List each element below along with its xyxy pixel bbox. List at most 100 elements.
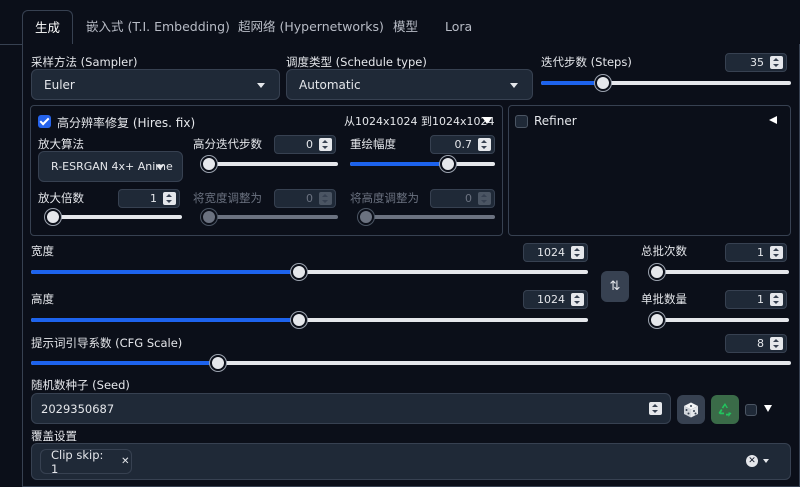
- reuse-seed-button[interactable]: [711, 395, 739, 424]
- override-label: 覆盖设置: [31, 429, 77, 443]
- stepper-icon[interactable]: [770, 337, 783, 350]
- chevron-down-icon: [156, 164, 164, 170]
- tab-lora[interactable]: Lora: [445, 10, 472, 44]
- width-slider[interactable]: [31, 264, 588, 280]
- width-label: 宽度: [31, 244, 54, 258]
- tab-generate[interactable]: 生成: [22, 10, 74, 45]
- resize-width-value: 0: [306, 192, 313, 205]
- extra-seed-checkbox[interactable]: [745, 404, 757, 416]
- schedule-dropdown[interactable]: Automatic: [286, 69, 533, 100]
- denoising-slider[interactable]: [350, 156, 495, 172]
- resize-width-slider[interactable]: [201, 209, 338, 225]
- upscale-by-slider[interactable]: [45, 209, 182, 225]
- slider-thumb[interactable]: [210, 355, 226, 371]
- override-chip[interactable]: Clip skip: 1 ✕: [40, 448, 132, 476]
- slider-thumb[interactable]: [595, 75, 611, 91]
- stepper-icon[interactable]: [571, 246, 584, 259]
- tab-label: 嵌入式 (T.I. Embedding): [86, 19, 230, 34]
- steps-number-input[interactable]: 35: [725, 53, 787, 72]
- cfg-number-input[interactable]: 8: [725, 334, 787, 353]
- chevron-down-icon: [257, 82, 265, 88]
- hires-summary: 从1024x1024 到1024x1024: [344, 115, 495, 128]
- swap-dimensions-button[interactable]: ⇅: [601, 271, 629, 302]
- hires-steps-label: 高分迭代步数: [193, 137, 262, 151]
- batch-count-number-input[interactable]: 1: [725, 243, 787, 262]
- resize-height-slider[interactable]: [358, 209, 495, 225]
- slider-fill: [31, 361, 218, 365]
- upscale-by-number-input[interactable]: 1: [118, 189, 180, 208]
- slider-track: [358, 215, 495, 219]
- batch-size-value: 1: [757, 293, 764, 306]
- dice-icon: [684, 402, 698, 417]
- slider-thumb[interactable]: [358, 209, 374, 225]
- hires-steps-number-input[interactable]: 0: [274, 135, 336, 154]
- tab-label: 生成: [35, 20, 61, 35]
- upscaler-dropdown[interactable]: R-ESRGAN 4x+ Anime: [38, 151, 183, 182]
- chevron-down-icon[interactable]: [763, 459, 769, 463]
- refiner-checkbox[interactable]: [515, 115, 528, 128]
- cfg-value: 8: [757, 337, 764, 350]
- seed-input[interactable]: 2029350687: [31, 393, 671, 424]
- slider-fill: [350, 162, 448, 166]
- recycle-icon: [718, 402, 732, 417]
- hires-steps-slider[interactable]: [201, 156, 338, 172]
- tab-label: Lora: [445, 19, 473, 34]
- slider-thumb[interactable]: [201, 156, 217, 172]
- random-seed-button[interactable]: [677, 395, 705, 424]
- stepper-icon[interactable]: [319, 192, 332, 205]
- sampler-label: 采样方法 (Sampler): [31, 55, 138, 69]
- stepper-icon[interactable]: [649, 402, 662, 415]
- stepper-icon[interactable]: [478, 192, 491, 205]
- batch-size-label: 单批数量: [641, 292, 687, 306]
- upscale-by-label: 放大倍数: [38, 191, 84, 205]
- stepper-icon[interactable]: [478, 138, 491, 151]
- hires-fix-checkbox[interactable]: [38, 115, 51, 128]
- expand-icon[interactable]: [769, 116, 777, 124]
- batch-size-number-input[interactable]: 1: [725, 290, 787, 309]
- stepper-icon[interactable]: [163, 192, 176, 205]
- close-icon[interactable]: ✕: [120, 456, 131, 468]
- tab-label: 模型: [393, 19, 419, 34]
- slider-thumb[interactable]: [291, 264, 307, 280]
- slider-thumb[interactable]: [291, 312, 307, 328]
- height-slider[interactable]: [31, 312, 588, 328]
- width-number-input[interactable]: 1024: [523, 243, 588, 262]
- collapse-icon[interactable]: [482, 117, 492, 124]
- tab-hypernetworks[interactable]: 超网络 (Hypernetworks): [238, 10, 384, 44]
- slider-thumb[interactable]: [440, 156, 456, 172]
- override-settings-input[interactable]: [31, 443, 791, 480]
- slider-thumb[interactable]: [45, 209, 61, 225]
- denoising-number-input[interactable]: 0.7: [430, 135, 495, 154]
- tab-models[interactable]: 模型: [393, 10, 418, 44]
- stepper-icon[interactable]: [770, 246, 783, 259]
- upscaler-label: 放大算法: [38, 137, 84, 151]
- slider-track: [649, 270, 789, 274]
- sampler-dropdown[interactable]: Euler: [31, 69, 280, 100]
- denoising-value: 0.7: [454, 138, 473, 151]
- resize-width-number-input[interactable]: 0: [274, 189, 336, 208]
- stepper-icon[interactable]: [571, 293, 584, 306]
- cfg-slider[interactable]: [31, 355, 791, 371]
- stepper-icon[interactable]: [319, 138, 332, 151]
- stepper-icon[interactable]: [770, 56, 783, 69]
- resize-height-value: 0: [465, 192, 472, 205]
- seed-label: 随机数种子 (Seed): [31, 378, 130, 392]
- stepper-icon[interactable]: [770, 293, 783, 306]
- close-icon[interactable]: ✕: [746, 455, 758, 467]
- tab-embedding[interactable]: 嵌入式 (T.I. Embedding): [86, 10, 230, 44]
- slider-track: [45, 215, 182, 219]
- expand-icon[interactable]: [764, 405, 772, 412]
- slider-thumb[interactable]: [649, 312, 665, 328]
- steps-slider[interactable]: [541, 75, 791, 91]
- batch-size-slider[interactable]: [649, 312, 789, 328]
- slider-thumb[interactable]: [201, 209, 217, 225]
- slider-thumb[interactable]: [649, 264, 665, 280]
- tab-label: 超网络 (Hypernetworks): [238, 19, 384, 34]
- height-number-input[interactable]: 1024: [523, 290, 588, 309]
- cfg-label: 提示词引导系数 (CFG Scale): [31, 336, 183, 350]
- batch-count-slider[interactable]: [649, 264, 789, 280]
- seed-value: 2029350687: [41, 402, 115, 416]
- resize-height-number-input[interactable]: 0: [430, 189, 495, 208]
- steps-value: 35: [750, 56, 764, 69]
- height-label: 高度: [31, 292, 54, 306]
